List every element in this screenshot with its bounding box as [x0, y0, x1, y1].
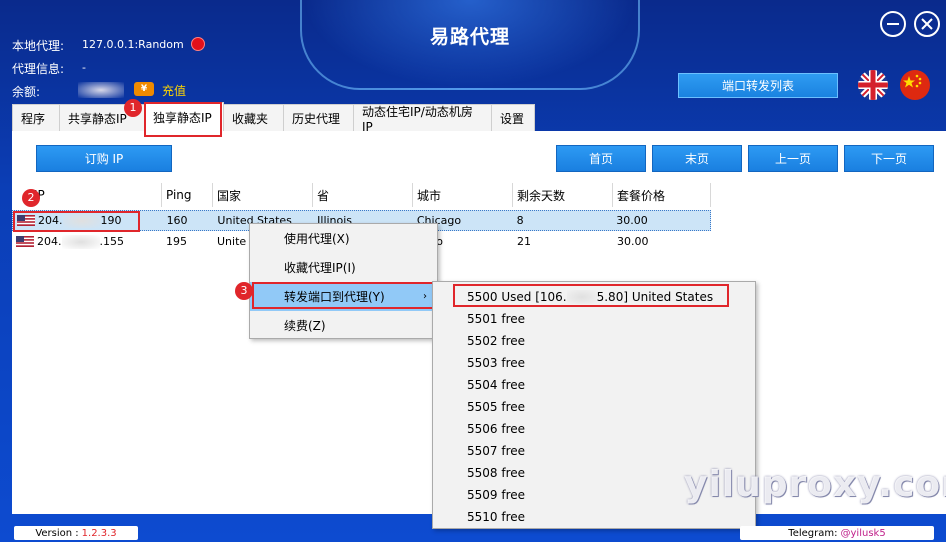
order-ip-button[interactable]: 订购 IP — [36, 145, 172, 172]
tab-bar: 程序 共享静态IP 独享静态IP 收藏夹 历史代理 动态住宅IP/动态机房IP … — [12, 102, 535, 134]
version-label: Version : — [35, 527, 79, 539]
submenu-item-port[interactable]: 5504 free — [433, 374, 755, 396]
step-badge-1: 1 — [124, 99, 142, 117]
cell-ping: 195 — [166, 235, 187, 248]
submenu-item-port[interactable]: 5510 free — [433, 506, 755, 528]
ip-highlight-box — [13, 211, 140, 232]
cell-ping: 160 — [166, 214, 188, 227]
proxy-status-indicator — [191, 37, 205, 51]
submenu-item-port[interactable]: 5505 free — [433, 396, 755, 418]
telegram-label: Telegram: — [788, 527, 838, 539]
next-page-button[interactable]: 下一页 — [844, 145, 934, 172]
minimize-icon[interactable] — [880, 11, 906, 37]
app-title: 易路代理 — [429, 26, 510, 48]
telegram-link[interactable]: @yilusk5 — [841, 528, 886, 539]
us-flag-icon — [16, 236, 34, 247]
tab-dynamic-ip[interactable]: 动态住宅IP/动态机房IP — [353, 104, 492, 134]
first-page-button[interactable]: 首页 — [556, 145, 646, 172]
cell-ip: 204. .155 — [12, 234, 162, 249]
telegram-box: Telegram: @yilusk5 — [740, 526, 934, 540]
menu-highlight-box — [252, 282, 437, 309]
english-flag-icon[interactable] — [858, 70, 888, 100]
submenu-item-port[interactable]: 5506 free — [433, 418, 755, 440]
submenu-item-port[interactable]: 5503 free — [433, 352, 755, 374]
submenu-item-port[interactable]: 5502 free — [433, 330, 755, 352]
menu-item-renew[interactable]: 续费(Z) — [250, 311, 437, 340]
column-header-ping[interactable]: Ping — [162, 183, 213, 207]
balance-value-blurred — [78, 82, 124, 98]
column-header-package-price[interactable]: 套餐价格 — [613, 183, 711, 207]
column-header-city[interactable]: 城市 — [413, 183, 513, 207]
proxy-info-value: - — [82, 61, 86, 74]
version-value: 1.2.3.3 — [81, 527, 117, 539]
menu-item-use-proxy[interactable]: 使用代理(X) — [250, 224, 437, 253]
version-box: Version : 1.2.3.3 — [14, 526, 138, 540]
table-header: IP Ping 国家 省 城市 剩余天数 套餐价格 — [12, 183, 711, 207]
tab-history-proxy[interactable]: 历史代理 — [283, 104, 354, 131]
proxy-info-label: 代理信息: — [12, 62, 65, 76]
coin-icon: ¥ — [134, 82, 154, 96]
cell-remaining-days: 21 — [517, 235, 531, 248]
recharge-link[interactable]: 充值 — [162, 82, 186, 99]
step-badge-2: 2 — [22, 189, 40, 207]
step-badge-3: 3 — [235, 282, 253, 300]
cell-price: 30.00 — [617, 235, 649, 248]
menu-item-favorite-proxy-ip[interactable]: 收藏代理IP(I) — [250, 253, 437, 282]
column-header-remaining-days[interactable]: 剩余天数 — [513, 183, 613, 207]
submenu-item-port[interactable]: 5507 free — [433, 440, 755, 462]
column-header-province[interactable]: 省 — [313, 183, 413, 207]
local-proxy-label: 本地代理: — [12, 39, 65, 53]
chinese-flag-icon[interactable] — [900, 70, 930, 100]
port-forward-list-button[interactable]: 端口转发列表 — [678, 73, 838, 98]
cell-remaining-days: 8 — [516, 214, 524, 227]
cell-price: 30.00 — [616, 214, 648, 227]
tab-favorites[interactable]: 收藏夹 — [223, 104, 284, 131]
balance-label: 余额: — [12, 85, 41, 99]
watermark: yiluproxy.com — [684, 464, 946, 505]
submenu-item-port[interactable]: 5501 free — [433, 308, 755, 330]
tab-settings[interactable]: 设置 — [491, 104, 535, 131]
tab-program[interactable]: 程序 — [12, 104, 60, 131]
tab-highlight-box — [144, 102, 222, 137]
context-menu: 使用代理(X) 收藏代理IP(I) 转发端口到代理(Y) › 续费(Z) — [249, 223, 438, 339]
last-page-button[interactable]: 末页 — [652, 145, 742, 172]
prev-page-button[interactable]: 上一页 — [748, 145, 838, 172]
column-header-country[interactable]: 国家 — [213, 183, 313, 207]
close-icon[interactable] — [914, 11, 940, 37]
submenu-highlight-box — [453, 284, 729, 307]
local-proxy-value: 127.0.0.1:Random — [82, 38, 184, 51]
